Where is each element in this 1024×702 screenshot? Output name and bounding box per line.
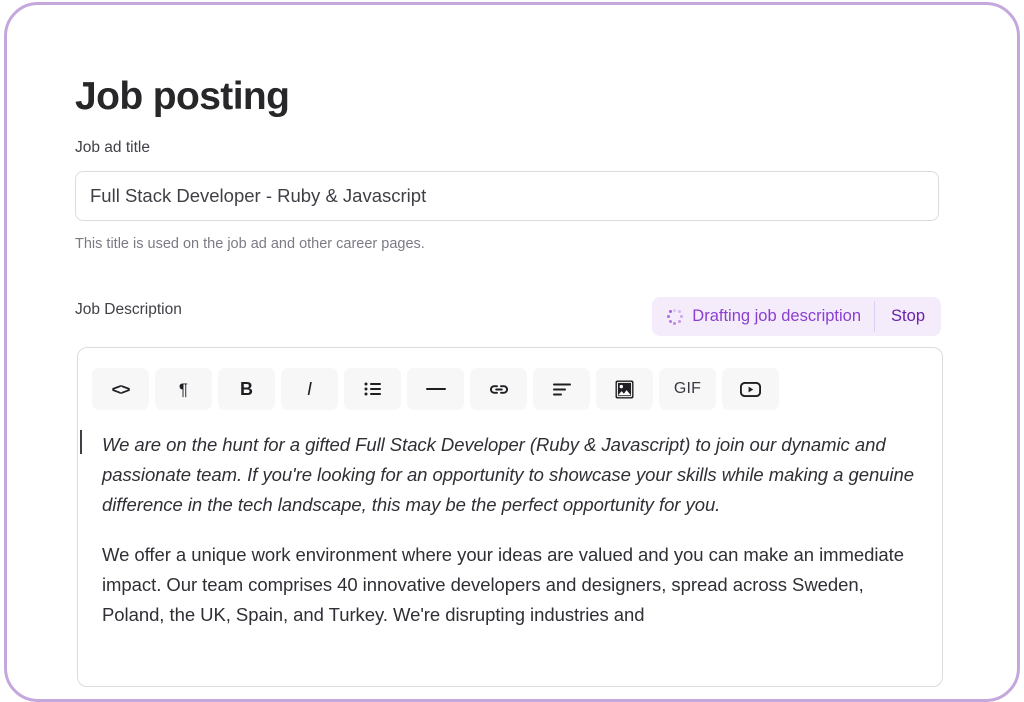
bold-icon[interactable]: B (218, 368, 275, 410)
bullet-list-icon-glyph (364, 382, 382, 396)
paragraph-icon[interactable]: ¶ (155, 368, 212, 410)
horizontal-rule-icon[interactable] (407, 368, 464, 410)
app-window: Job posting Job ad title This title is u… (4, 2, 1020, 702)
drafting-status-main: Drafting job description (652, 297, 874, 336)
editor-body[interactable]: We are on the hunt for a gifted Full Sta… (78, 430, 942, 686)
code-icon[interactable]: <> (92, 368, 149, 410)
job-ad-title-label: Job ad title (75, 139, 150, 158)
drafting-status-text: Drafting job description (692, 307, 861, 326)
editor-toolbar: <> ¶ B I GIF (92, 368, 779, 410)
paragraph-icon-glyph: ¶ (179, 381, 188, 398)
description-paragraph-1: We are on the hunt for a gifted Full Sta… (102, 430, 920, 520)
image-icon[interactable] (596, 368, 653, 410)
stop-button[interactable]: Stop (875, 297, 941, 336)
description-paragraph-2: We offer a unique work environment where… (102, 540, 920, 630)
drafting-status-badge: Drafting job description Stop (652, 297, 941, 336)
text-caret (80, 430, 82, 454)
job-description-editor[interactable]: <> ¶ B I GIF We are on the hunt for a gifted… (77, 347, 943, 687)
page-title: Job posting (75, 75, 289, 120)
spinner-icon (666, 308, 683, 325)
video-icon-glyph (740, 382, 761, 397)
job-ad-title-helper-text: This title is used on the job ad and oth… (75, 236, 425, 252)
job-ad-title-input[interactable] (75, 171, 939, 221)
italic-icon[interactable]: I (281, 368, 338, 410)
align-left-icon-glyph (553, 383, 571, 396)
italic-icon-glyph: I (307, 380, 312, 398)
bullet-list-icon[interactable] (344, 368, 401, 410)
code-icon-glyph: <> (112, 381, 130, 398)
job-description-label: Job Description (75, 301, 182, 320)
align-left-icon[interactable] (533, 368, 590, 410)
image-icon-glyph (615, 380, 634, 399)
horizontal-rule-icon-glyph (426, 387, 446, 391)
gif-icon-glyph: GIF (674, 381, 701, 397)
link-icon-glyph (489, 383, 509, 396)
page-content: Job posting Job ad title This title is u… (7, 5, 1017, 699)
video-icon[interactable] (722, 368, 779, 410)
gif-icon[interactable]: GIF (659, 368, 716, 410)
bold-icon-glyph: B (240, 380, 253, 398)
link-icon[interactable] (470, 368, 527, 410)
